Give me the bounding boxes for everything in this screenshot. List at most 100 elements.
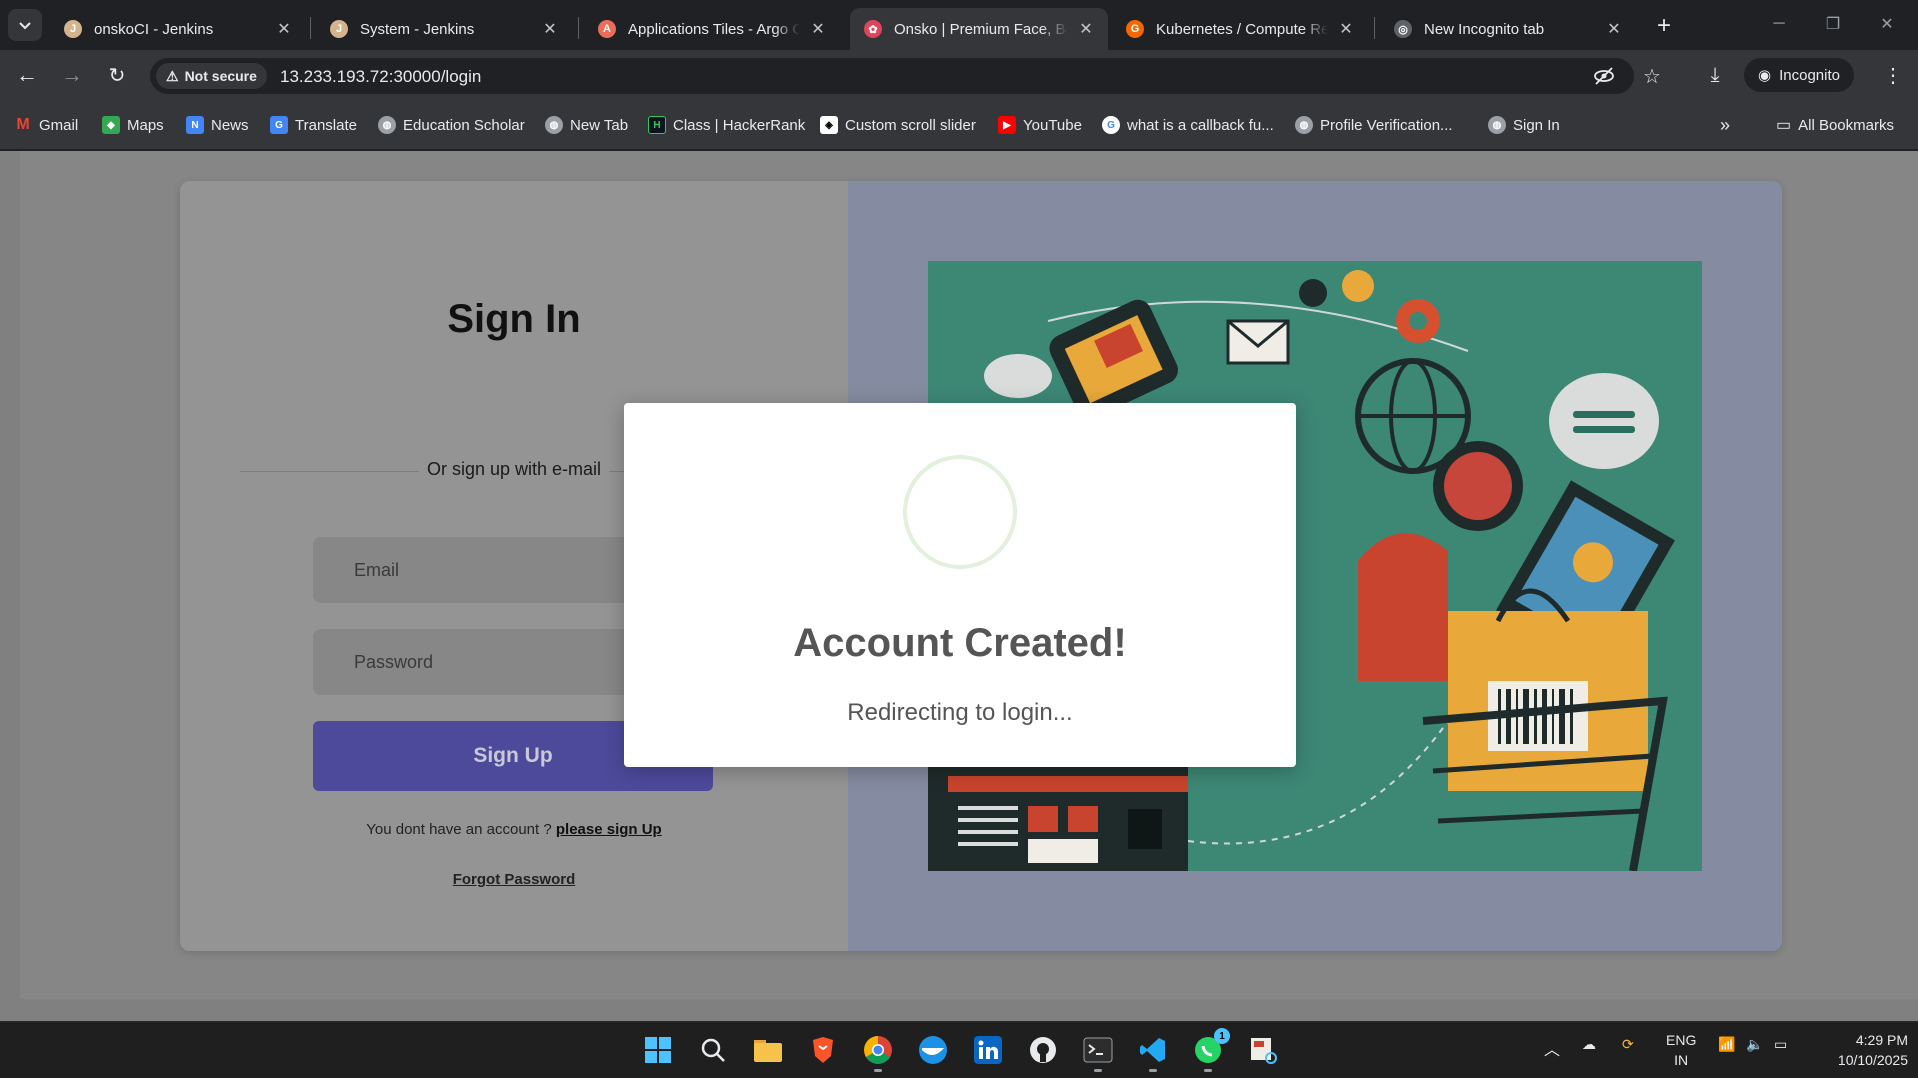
close-icon[interactable]: ✕	[540, 19, 560, 39]
site-info-button[interactable]: ⚠ Not secure	[156, 63, 267, 89]
chevron-up-icon: ︿	[1544, 1042, 1561, 1059]
close-icon: ✕	[1880, 16, 1894, 33]
kebab-menu-icon: ⋮	[1883, 64, 1903, 87]
restore-button[interactable]: ❐	[1810, 8, 1856, 40]
profile-incognito-button[interactable]: ◉ Incognito	[1744, 58, 1854, 92]
menu-button[interactable]: ⋮	[1876, 58, 1910, 92]
please-sign-up-link[interactable]: please sign Up	[556, 821, 662, 838]
gmail-icon: M	[16, 116, 30, 133]
plus-icon: +	[1656, 12, 1671, 39]
github-icon	[1030, 1037, 1056, 1063]
close-icon[interactable]: ✕	[1336, 19, 1356, 39]
url-text[interactable]: 13.233.193.72:30000/login	[280, 67, 481, 87]
forgot-password-link[interactable]: Forgot Password	[180, 871, 848, 888]
onedrive-icon[interactable]: ☁	[1582, 1036, 1596, 1053]
tab-onsko[interactable]: ✿ Onsko | Premium Face, Body ✕	[850, 8, 1108, 50]
folder-icon: ▭	[1776, 117, 1792, 134]
tab-grafana[interactable]: G Kubernetes / Compute Resources ✕	[1112, 8, 1368, 50]
forward-button[interactable]: →	[55, 58, 89, 92]
github-button[interactable]	[1025, 1032, 1061, 1068]
translate-icon: G	[270, 116, 288, 134]
tab-jenkins-system[interactable]: J System - Jenkins ✕	[316, 8, 572, 50]
news-icon: N	[186, 116, 204, 134]
snipping-tool-button[interactable]	[1245, 1032, 1281, 1068]
codepen-icon: ◈	[820, 116, 838, 134]
grafana-icon: G	[1126, 20, 1144, 38]
new-tab-button[interactable]: +	[1650, 12, 1678, 40]
tab-search-button[interactable]	[8, 9, 42, 41]
close-window-button[interactable]: ✕	[1864, 8, 1910, 40]
reload-button[interactable]: ↻	[100, 58, 134, 92]
globe-icon: ◍	[545, 116, 563, 134]
whatsapp-button[interactable]: 1	[1190, 1028, 1230, 1072]
globe-icon: ◍	[1295, 116, 1313, 134]
close-icon[interactable]: ✕	[1604, 19, 1624, 39]
tab-incognito[interactable]: ◎ New Incognito tab ✕	[1380, 8, 1636, 50]
bookmark-profile-verification[interactable]: ◍ Profile Verification...	[1295, 114, 1453, 136]
address-bar[interactable]: ⚠ Not secure 13.233.193.72:30000/login ☆	[150, 58, 1661, 94]
bookmark-callback[interactable]: Gwhat is a callback fu...	[1102, 114, 1274, 136]
terminal-button[interactable]	[1080, 1032, 1116, 1072]
vscode-icon	[1140, 1038, 1165, 1062]
bookmark-news[interactable]: N News	[186, 114, 249, 136]
all-bookmarks-button[interactable]: ▭ All Bookmarks	[1776, 114, 1894, 136]
docker-button[interactable]	[915, 1032, 951, 1068]
windows-icon	[645, 1037, 671, 1063]
system-clock[interactable]: 4:29 PM 10/10/2025	[1808, 1030, 1908, 1070]
search-icon	[701, 1038, 725, 1062]
bookmark-maps[interactable]: ◆ Maps	[102, 114, 164, 136]
bookmark-translate[interactable]: G Translate	[270, 114, 357, 136]
back-button[interactable]: ←	[10, 58, 44, 92]
bookmark-gmail[interactable]: M Gmail	[14, 114, 78, 136]
chrome-button[interactable]	[860, 1032, 896, 1072]
bookmark-star-icon[interactable]: ☆	[1640, 64, 1664, 88]
eye-off-icon[interactable]	[1592, 64, 1616, 88]
bookmark-sign-in[interactable]: ◍ Sign In	[1488, 114, 1560, 136]
tab-jenkins-onskoci[interactable]: J onskoCI - Jenkins ✕	[50, 8, 306, 50]
vscode-button[interactable]	[1135, 1032, 1171, 1072]
close-icon[interactable]: ✕	[808, 19, 828, 39]
search-button[interactable]	[695, 1032, 731, 1068]
reload-icon: ↻	[108, 64, 126, 87]
bookmark-hackerrank[interactable]: H Class | HackerRank	[648, 114, 805, 136]
file-explorer-button[interactable]	[750, 1032, 786, 1068]
close-icon[interactable]: ✕	[1076, 19, 1096, 39]
wifi-icon[interactable]: 📶	[1718, 1036, 1735, 1053]
loading-spinner	[903, 455, 1017, 569]
battery-icon[interactable]: ▭	[1774, 1036, 1787, 1053]
signin-title: Sign In	[447, 297, 581, 341]
minimize-button[interactable]: ─	[1756, 8, 1802, 40]
bookmark-new-tab[interactable]: ◍ New Tab	[545, 114, 628, 136]
tab-strip: J onskoCI - Jenkins ✕ J System - Jenkins…	[0, 0, 1918, 50]
downloads-button[interactable]: ⤓	[1698, 58, 1732, 92]
argo-icon: A	[598, 20, 616, 38]
start-button[interactable]	[640, 1032, 676, 1068]
arrow-right-icon: →	[61, 62, 83, 87]
tab-argocd[interactable]: A Applications Tiles - Argo CD ✕	[584, 8, 840, 50]
restore-icon: ❐	[1825, 16, 1841, 33]
volume-icon[interactable]: 🔈	[1746, 1036, 1763, 1053]
account-prompt: You dont have an account ? please sign U…	[366, 821, 662, 838]
notification-badge: 1	[1214, 1028, 1230, 1044]
linkedin-icon	[974, 1036, 1002, 1064]
brave-button[interactable]	[805, 1032, 841, 1068]
bookmark-education-scholar[interactable]: ◍ Education Scholar	[378, 114, 525, 136]
chevron-down-icon	[19, 22, 31, 30]
folder-icon	[754, 1040, 782, 1062]
warning-icon: ⚠	[166, 67, 179, 84]
linkedin-button[interactable]	[970, 1032, 1006, 1068]
close-icon[interactable]: ✕	[274, 19, 294, 39]
incognito-icon: ◉	[1758, 67, 1772, 84]
arrow-left-icon: ←	[16, 62, 38, 87]
bookmark-youtube[interactable]: ▶ YouTube	[998, 114, 1082, 136]
globe-icon: ◍	[1488, 116, 1506, 134]
sync-icon[interactable]: ⟳	[1622, 1036, 1634, 1053]
chevron-double-right-icon: »	[1720, 114, 1731, 135]
show-hidden-icons-button[interactable]: ︿	[1544, 1036, 1560, 1060]
incognito-icon: ◎	[1394, 20, 1412, 38]
bookmark-custom-scroll-slider[interactable]: ◈ Custom scroll slider	[820, 114, 976, 136]
windows-taskbar: 1 ︿ ☁ ⟳ ENG IN 📶 🔈 ▭ 4:29 PM 10/10/2025	[0, 1021, 1918, 1078]
more-bookmarks-button[interactable]: »	[1720, 114, 1730, 136]
language-indicator[interactable]: ENG IN	[1666, 1030, 1696, 1070]
account-created-modal: Account Created! Redirecting to login...	[624, 403, 1296, 767]
